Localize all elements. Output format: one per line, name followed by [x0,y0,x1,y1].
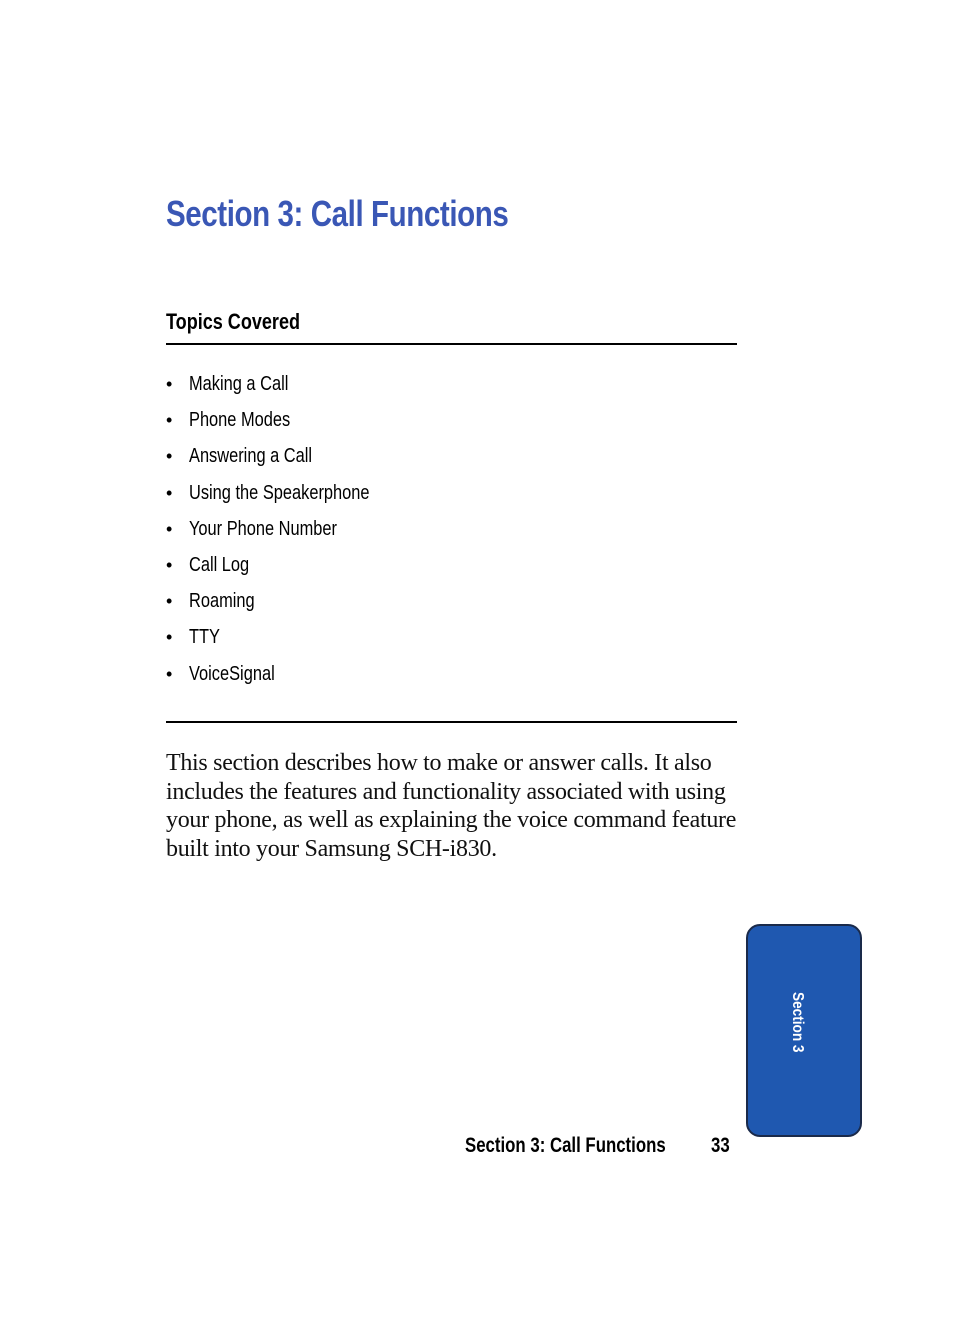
topic-item: • Answering a Call [166,442,409,478]
bullet-icon: • [166,627,173,648]
topic-label: Phone Modes [189,409,291,432]
topic-item: • Call Log [166,551,409,587]
bullet-icon: • [166,446,173,467]
side-tab-label: Section 3 [789,992,806,1053]
topic-label: TTY [189,626,220,649]
bullet-icon: • [166,374,173,394]
topic-label: Answering a Call [189,445,313,468]
bullet-icon: • [166,410,173,431]
section-title: Section 3: Call Functions [166,193,509,234]
topic-label: Roaming [189,590,255,613]
topics-covered-heading: Topics Covered [166,309,301,334]
topics-top-rule [166,343,737,345]
topic-item: • VoiceSignal [166,660,409,696]
bullet-icon: • [166,663,173,684]
topics-list: • Making a Call • Phone Modes • Answering a… [166,370,409,696]
topic-item: • Making a Call [166,370,409,406]
topic-item: • Using the Speakerphone [166,479,409,515]
topic-item: • Phone Modes [166,406,409,442]
topic-item: • Your Phone Number [166,515,409,551]
bullet-icon: • [166,518,173,539]
topic-item: • TTY [166,623,409,659]
topic-label: Making a Call [189,373,289,395]
bullet-icon: • [166,554,173,575]
bullet-icon: • [166,482,173,503]
footer-running-title: Section 3: Call Functions [465,1134,666,1157]
topic-label: VoiceSignal [189,662,275,685]
topic-label: Using the Speakerphone [189,481,370,504]
section-side-tab: Section 3 [746,924,862,1137]
topics-bottom-rule [166,721,737,723]
topic-label: Your Phone Number [189,517,338,540]
intro-paragraph: This section describes how to make or an… [166,750,737,862]
topic-item: • Roaming [166,587,409,623]
footer-page-number: 33 [711,1134,730,1157]
topic-label: Call Log [189,553,250,576]
bullet-icon: • [166,591,173,612]
